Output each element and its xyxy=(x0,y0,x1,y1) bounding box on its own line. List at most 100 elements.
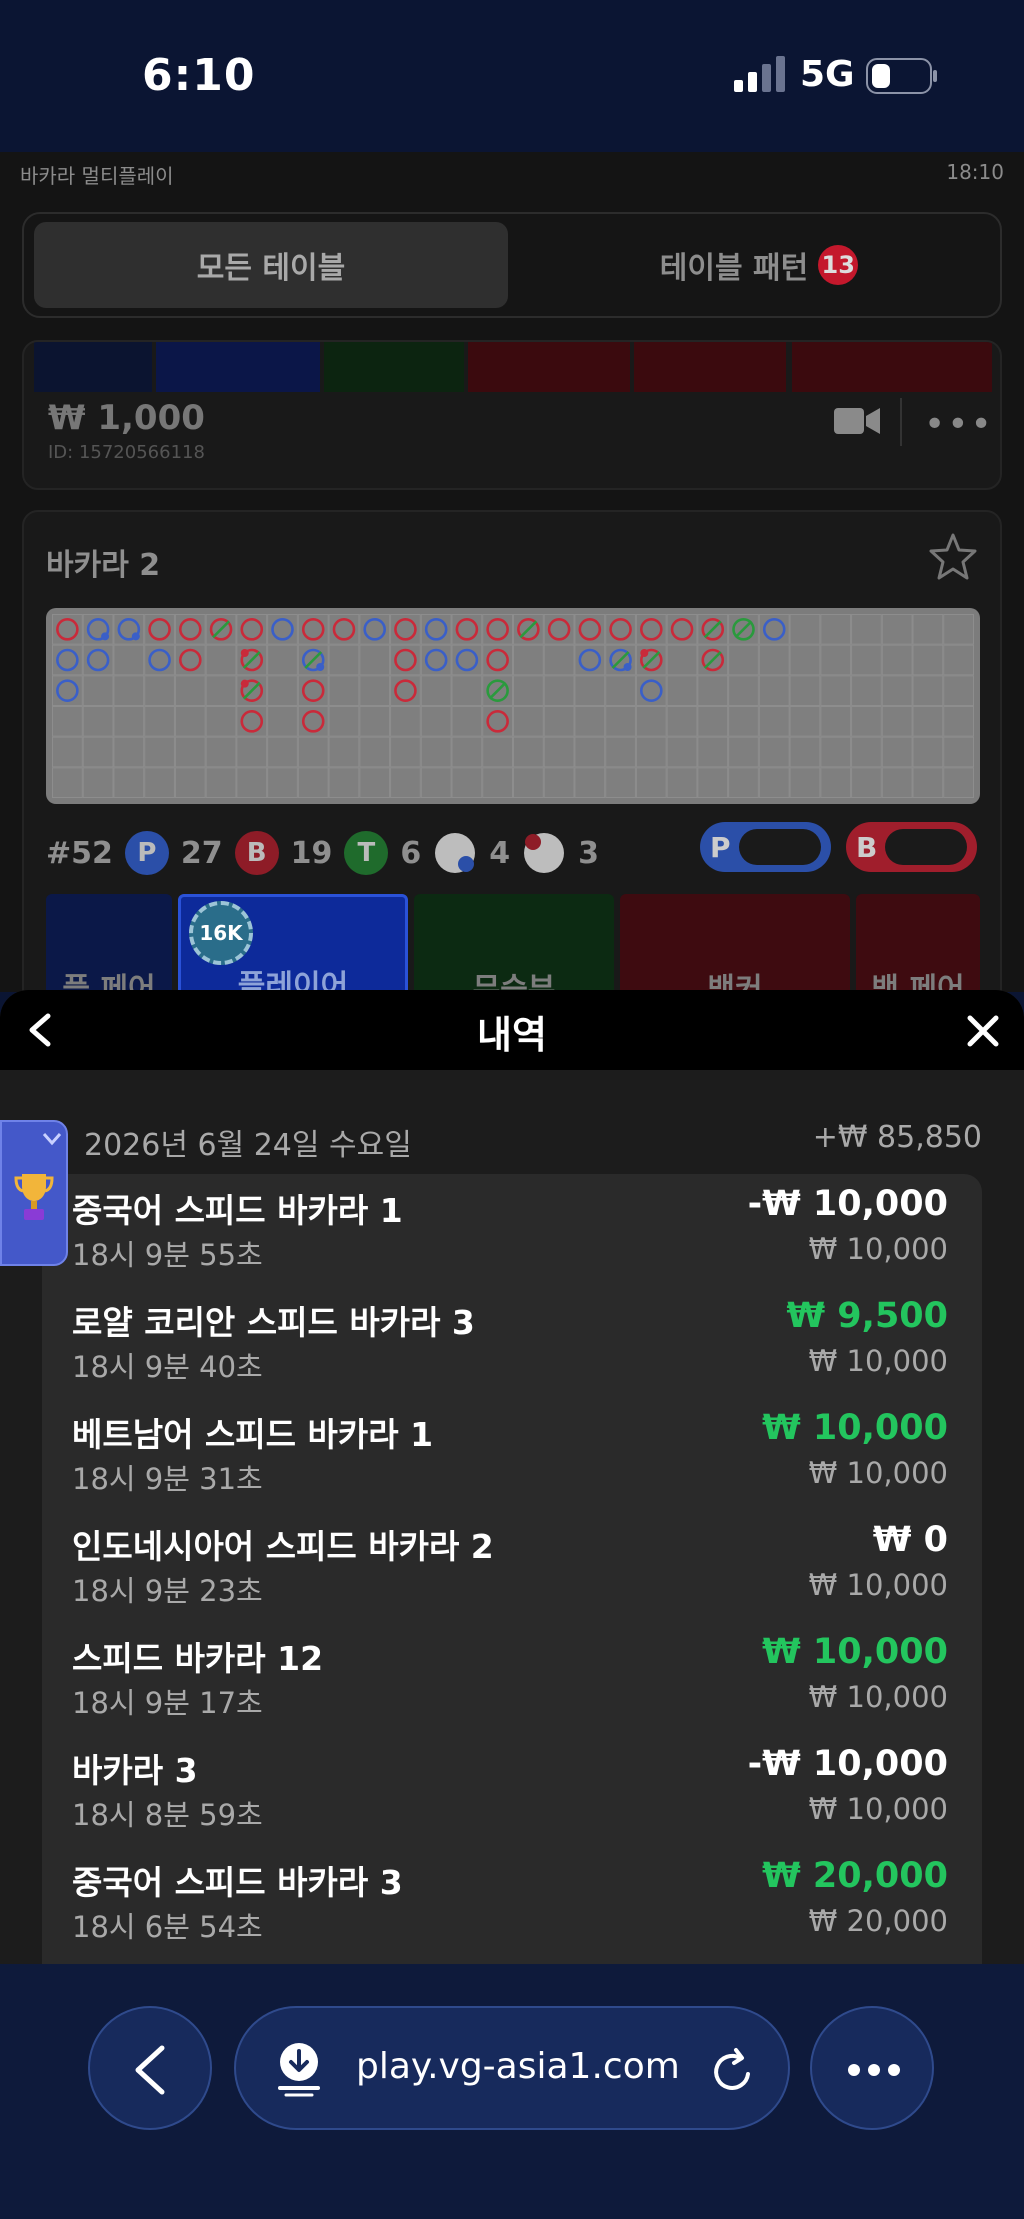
download-icon[interactable] xyxy=(276,2042,322,2098)
road-cell xyxy=(236,767,268,798)
player-count: 27 xyxy=(180,835,223,871)
road-cell xyxy=(605,706,636,737)
road-cell xyxy=(297,736,329,768)
road-cell xyxy=(420,736,452,768)
road-cell xyxy=(82,706,114,737)
bet-banker-pair[interactable]: 뱅 페어 xyxy=(856,894,980,992)
tie-count-icon: T xyxy=(344,831,389,875)
road-cell xyxy=(420,767,452,798)
status-bar: 6:10 5G xyxy=(0,0,1024,152)
previous-table-card[interactable]: ₩ 1,000 ID: 15720566118 ••• xyxy=(22,340,1002,490)
sheet-title: 내역 xyxy=(477,1013,547,1057)
player-count-icon: P xyxy=(124,831,169,875)
road-cell xyxy=(82,675,114,706)
road-cell xyxy=(144,675,175,706)
road-cell xyxy=(390,736,421,768)
close-icon[interactable] xyxy=(966,1014,1000,1048)
road-cell xyxy=(912,675,944,706)
bet-tie[interactable]: 무승부 xyxy=(414,894,614,992)
road-cell xyxy=(943,644,974,676)
video-camera-icon[interactable] xyxy=(834,406,880,436)
road-cell xyxy=(758,767,790,798)
road-cell xyxy=(328,736,360,768)
round-number: #52 xyxy=(46,835,113,871)
road-cell xyxy=(328,767,360,798)
tab-all-tables[interactable]: 모든 테이블 xyxy=(34,222,508,308)
road-cell xyxy=(482,767,513,798)
road-cell xyxy=(113,767,145,798)
table-card-baccarat-2[interactable]: 바카라 2 #52 P 27 B 19 T 6 4 3 P B 플 페어 플레이… xyxy=(22,510,1002,992)
more-options-icon[interactable]: ••• xyxy=(924,404,994,445)
tab-table-patterns[interactable]: 테이블 패턴 13 xyxy=(524,222,994,308)
table-title: 바카라 2 xyxy=(46,548,161,583)
history-row[interactable]: 로얄 코리안 스피드 바카라 3 18시 9분 40초 ₩ 9,500 ₩ 10… xyxy=(42,1286,982,1398)
leaderboard-tab[interactable] xyxy=(0,1120,68,1266)
road-cell xyxy=(174,767,206,798)
road-cell xyxy=(881,736,913,768)
battery-icon xyxy=(866,58,937,94)
road-cell xyxy=(543,736,575,768)
road-cell xyxy=(513,706,544,737)
road-cell xyxy=(513,767,544,798)
road-cell xyxy=(513,736,544,768)
road-cell xyxy=(174,675,206,706)
road-cell xyxy=(912,644,944,676)
history-row[interactable]: 베트남어 스피드 바카라 1 18시 9분 31초 ₩ 10,000 ₩ 10,… xyxy=(42,1398,982,1510)
bet-banker[interactable]: 뱅커 xyxy=(620,894,850,992)
road-cell xyxy=(789,706,821,737)
chip-icon: 16K xyxy=(189,901,253,965)
road-cell xyxy=(328,644,360,676)
history-row[interactable]: 중국어 스피드 바카라 1 18시 9분 55초 -₩ 10,000 ₩ 10,… xyxy=(42,1174,982,1286)
address-bar[interactable]: play.vg-asia1.com xyxy=(234,2006,790,2130)
bet-player[interactable]: 플레이어 16K xyxy=(178,894,408,992)
road-cell xyxy=(851,736,882,768)
history-sheet: 내역 2026년 6월 24일 수요일 +₩ 85,850 중국어 스피드 바카… xyxy=(0,990,1024,1964)
road-cell xyxy=(697,675,729,706)
banker-pair-count: 3 xyxy=(578,835,600,871)
road-cell xyxy=(789,644,821,676)
table-min-bet: ₩ 1,000 xyxy=(48,398,205,438)
player-predict-button[interactable]: P xyxy=(700,822,831,872)
round-stats: #52 P 27 B 19 T 6 4 3 xyxy=(46,828,599,878)
more-dots-icon xyxy=(848,2064,900,2076)
road-cell xyxy=(174,706,206,737)
history-row[interactable]: 인도네시아어 스피드 바카라 2 18시 9분 23초 ₩ 0 ₩ 10,000 xyxy=(42,1510,982,1622)
road-cell xyxy=(113,644,145,676)
road-cell xyxy=(912,706,944,737)
banker-predict-button[interactable]: B xyxy=(846,822,978,872)
table-id: ID: 15720566118 xyxy=(48,442,205,463)
road-cell xyxy=(789,675,821,706)
banker-count-icon: B xyxy=(234,831,279,875)
road-cell xyxy=(543,767,575,798)
road-cell xyxy=(359,706,391,737)
road-cell xyxy=(697,706,729,737)
reload-icon[interactable] xyxy=(710,2046,756,2094)
history-row[interactable]: 바카라 3 18시 8분 59초 -₩ 10,000 ₩ 10,000 xyxy=(42,1734,982,1846)
road-cell xyxy=(328,706,360,737)
history-row[interactable]: 중국어 스피드 바카라 3 18시 6분 54초 ₩ 20,000 ₩ 20,0… xyxy=(42,1846,982,1958)
road-cell xyxy=(820,614,852,645)
bet-player-pair[interactable]: 플 페어 xyxy=(46,894,172,992)
road-cell xyxy=(605,675,636,706)
road-cell xyxy=(113,706,145,737)
browser-more-button[interactable] xyxy=(810,2006,934,2130)
favorite-star-icon[interactable] xyxy=(928,532,978,582)
road-cell xyxy=(390,706,421,737)
road-cell xyxy=(851,675,882,706)
road-cell xyxy=(390,767,421,798)
road-cell xyxy=(881,767,913,798)
road-cell xyxy=(267,736,298,768)
road-cell xyxy=(451,675,483,706)
road-cell xyxy=(513,644,544,676)
browser-back-button[interactable] xyxy=(88,2006,212,2130)
road-cell xyxy=(144,736,175,768)
game-lobby: 바카라 멀티플레이 18:10 모든 테이블 테이블 패턴 13 ₩ 1,000… xyxy=(0,152,1024,992)
road-cell xyxy=(789,736,821,768)
road-pair-dot xyxy=(640,649,649,657)
history-row[interactable]: 스피드 바카라 12 18시 9분 17초 ₩ 10,000 ₩ 10,000 xyxy=(42,1622,982,1734)
road-cell xyxy=(113,736,145,768)
road-cell xyxy=(789,767,821,798)
sheet-header: 내역 xyxy=(0,990,1024,1070)
road-cell xyxy=(359,675,391,706)
road-pair-dot xyxy=(240,649,249,657)
